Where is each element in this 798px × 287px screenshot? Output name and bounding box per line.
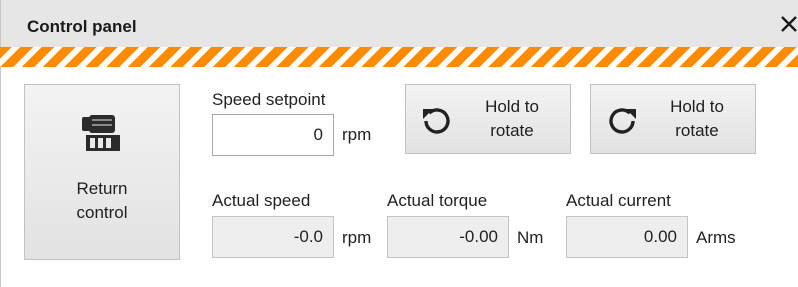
return-control-label: Return control (76, 179, 128, 222)
hazard-stripe (0, 47, 798, 67)
return-control-button[interactable]: Return control (24, 84, 180, 260)
hold-to-rotate-ccw-button[interactable]: Hold to rotate (405, 84, 571, 154)
title-bar: Control panel (0, 0, 798, 47)
actual-current-field: 0.00 (566, 216, 688, 258)
actual-torque-unit: Nm (517, 228, 544, 247)
rotate-cw-icon (605, 104, 639, 138)
window-title: Control panel (27, 17, 137, 36)
control-panel-window: Control panel Return control Speed setpo… (0, 0, 798, 287)
speed-setpoint-input[interactable]: 0 (212, 114, 334, 156)
close-icon[interactable] (777, 12, 798, 36)
actual-current-label: Actual current (566, 191, 671, 210)
motor-drive-icon (80, 111, 126, 151)
hold-to-rotate-cw-label: Hold to rotate (670, 97, 724, 140)
actual-torque-label: Actual torque (387, 191, 488, 210)
actual-speed-unit: rpm (342, 228, 372, 247)
hold-to-rotate-cw-button[interactable]: Hold to rotate (590, 84, 756, 154)
hold-to-rotate-ccw-label: Hold to rotate (485, 97, 539, 140)
actual-current-unit: Arms (696, 228, 736, 247)
speed-setpoint-unit: rpm (342, 125, 372, 144)
actual-torque-field: -0.00 (387, 216, 509, 258)
speed-setpoint-label: Speed setpoint (212, 90, 326, 109)
rotate-ccw-icon (420, 104, 454, 138)
actual-speed-field: -0.0 (212, 216, 334, 258)
panel-border (0, 67, 1, 287)
actual-speed-label: Actual speed (212, 191, 311, 210)
